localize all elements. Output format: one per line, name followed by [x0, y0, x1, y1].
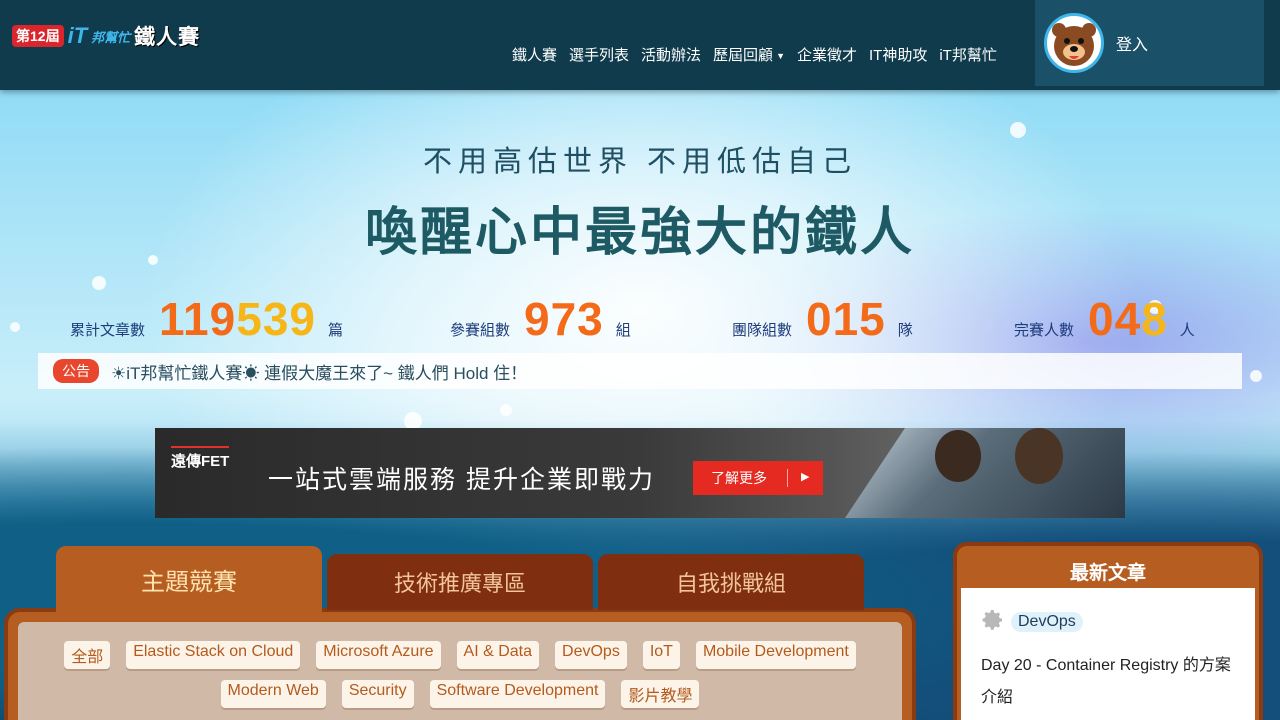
topic-row: 全部 Elastic Stack on Cloud Microsoft Azur… [18, 641, 902, 669]
topic-row: Modern Web Security Software Development… [18, 680, 902, 708]
stat-finishers: 完賽人數 04 8 人 [1014, 292, 1195, 346]
top-header: 第12屆 iT 邦幫忙 鐵人賽 鐵人賽 選手列表 活動辦法 歷屆回顧 ▼ 企業徵才… [0, 0, 1280, 90]
latest-articles-title: 最新文章 [1069, 563, 1146, 584]
nav-item-history-label: 歷屆回顧 [713, 46, 774, 64]
banner-photo [845, 428, 1125, 518]
topic-tag[interactable]: Elastic Stack on Cloud [126, 641, 301, 669]
announcement-bar[interactable]: 公告 ☀iT邦幫忙鐵人賽☀ 連假大魔王來了~ 鐵人們 Hold 住！ [38, 353, 1242, 389]
stat-number-part: 119 [159, 293, 237, 345]
banner-text: 一站式雲端服務 提升企業即戰力 [268, 466, 655, 494]
logo-bang-text: 邦幫忙 [91, 30, 131, 46]
stat-number-part: 8 [1141, 293, 1168, 345]
latest-articles-panel: 最新文章 DevOps Day 20 - Container Registry … [953, 542, 1263, 720]
bubble-decoration [92, 276, 106, 290]
stat-unit: 篇 [327, 321, 343, 339]
stat-articles: 累計文章數 119 539 篇 [70, 292, 343, 346]
nav-item-ironman[interactable]: 鐵人賽 [506, 44, 563, 65]
ad-banner[interactable]: 遠傳FET 一站式雲端服務 提升企業即戰力 了解更多 ▶ [155, 428, 1125, 518]
tab-theme-contest[interactable]: 主題競賽 [56, 546, 322, 612]
stat-number-part: 973 [524, 293, 604, 345]
stat-label: 團隊組數 [732, 321, 793, 339]
article-category[interactable]: DevOps [981, 608, 1083, 636]
stat-label: 完賽人數 [1014, 321, 1075, 339]
nav-item-players[interactable]: 選手列表 [563, 44, 635, 65]
tab-tech-promotion[interactable]: 技術推廣專區 [327, 554, 593, 610]
nav-item-it-assist[interactable]: IT神助攻 [863, 44, 933, 65]
stat-teams: 參賽組數 973 組 [450, 292, 631, 346]
login-area[interactable]: 登入 [1035, 0, 1264, 86]
topic-tag[interactable]: Mobile Development [695, 641, 856, 669]
topic-panel: 全部 Elastic Stack on Cloud Microsoft Azur… [4, 608, 916, 720]
login-link[interactable]: 登入 [1116, 31, 1148, 55]
stats-bar: 累計文章數 119 539 篇 參賽組數 973 組 團隊組數 015 隊 完賽人… [0, 292, 1280, 345]
nav-item-jobs[interactable]: 企業徵才 [791, 44, 863, 65]
button-divider [787, 469, 788, 487]
site-logo[interactable]: 第12屆 iT 邦幫忙 鐵人賽 [12, 22, 200, 50]
play-arrow-icon: ▶ [801, 470, 810, 483]
hero-slogan: 不用高估世界 不用低估自己 [422, 146, 858, 178]
logo-edition-badge: 第12屆 [12, 25, 64, 47]
topic-tag[interactable]: 影片教學 [621, 680, 700, 708]
article-title-link[interactable]: Day 20 - Container Registry 的方案介紹 [981, 650, 1241, 714]
hero-headline: 喚醒心中最強大的鐵人 [364, 204, 915, 262]
stat-label: 累計文章數 [70, 321, 146, 339]
topic-tag[interactable]: AI & Data [456, 641, 540, 669]
topic-panel-inner: 全部 Elastic Stack on Cloud Microsoft Azur… [18, 622, 902, 720]
caret-down-icon: ▼ [776, 50, 785, 61]
tab-self-challenge[interactable]: 自我挑戰組 [598, 554, 864, 610]
topic-tag[interactable]: Security [341, 680, 414, 708]
category-pill: DevOps [1011, 612, 1083, 632]
stat-unit: 隊 [897, 321, 913, 339]
logo-title-text: 鐵人賽 [134, 25, 201, 49]
stat-number-part: 015 [806, 293, 886, 345]
stat-unit: 人 [1179, 321, 1195, 339]
bubble-decoration [500, 404, 512, 416]
logo-it-text: iT [67, 23, 88, 48]
main-nav: 鐵人賽 選手列表 活動辦法 歷屆回顧 ▼ 企業徵才 IT神助攻 iT邦幫忙 [506, 40, 1003, 68]
topic-tag[interactable]: Modern Web [220, 680, 326, 708]
bubble-decoration [1010, 122, 1026, 138]
latest-article-card: DevOps Day 20 - Container Registry 的方案介紹 [961, 588, 1255, 720]
stat-number-part: 04 [1088, 293, 1142, 345]
nav-item-rules[interactable]: 活動辦法 [635, 44, 707, 65]
announcement-badge: 公告 [53, 359, 99, 383]
topic-tag[interactable]: Microsoft Azure [316, 641, 441, 669]
fet-logo: 遠傳FET [171, 446, 230, 471]
announcement-text[interactable]: ☀iT邦幫忙鐵人賽☀ 連假大魔王來了~ 鐵人們 Hold 住！ [111, 359, 527, 384]
topic-tag[interactable]: 全部 [64, 641, 111, 669]
person-decoration [935, 430, 981, 482]
learn-more-button[interactable]: 了解更多 ▶ [693, 461, 823, 495]
stat-label: 參賽組數 [450, 321, 511, 339]
learn-more-label: 了解更多 [711, 471, 767, 487]
topic-tag[interactable]: IoT [642, 641, 680, 669]
stat-unit: 組 [615, 321, 631, 339]
bear-avatar-icon [1044, 13, 1104, 73]
stat-number-part: 539 [236, 293, 316, 345]
bubble-decoration [1250, 370, 1262, 382]
person-decoration [1015, 428, 1063, 484]
topic-tag[interactable]: Software Development [429, 680, 606, 708]
topic-tag[interactable]: DevOps [555, 641, 627, 669]
nav-item-ithome[interactable]: iT邦幫忙 [933, 44, 1003, 65]
stat-group-teams: 團隊組數 015 隊 [732, 292, 913, 346]
nav-item-history[interactable]: 歷屆回顧 ▼ [707, 44, 791, 65]
gear-icon [981, 608, 1005, 636]
